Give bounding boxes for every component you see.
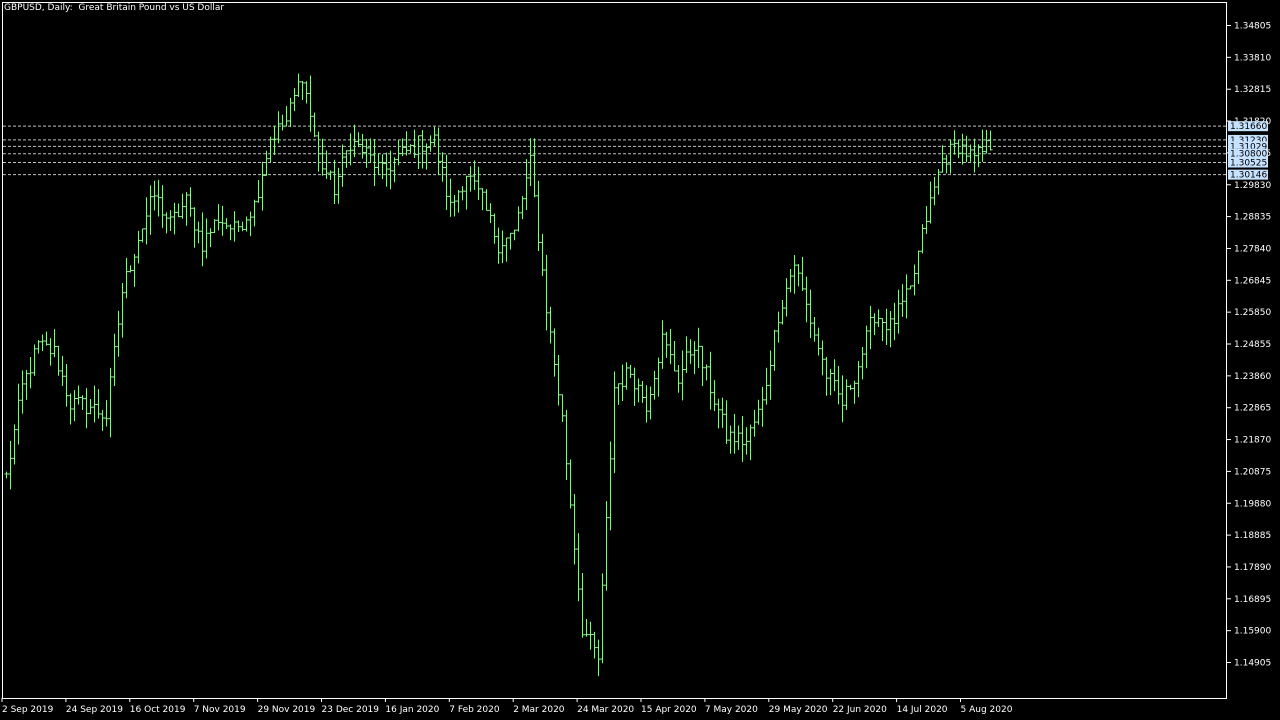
- price-tick-label: 1.25850: [1234, 308, 1271, 318]
- date-tick-label: 29 Nov 2019: [258, 705, 316, 715]
- date-tick-label: 15 Apr 2020: [641, 705, 697, 715]
- level-label: 1.30525: [1230, 159, 1267, 169]
- horizontal-levels: [3, 125, 1226, 176]
- date-tick-label: 16 Jan 2020: [385, 705, 439, 715]
- price-tick-label: 1.21870: [1234, 436, 1271, 446]
- price-tick-label: 1.22865: [1234, 404, 1271, 414]
- date-tick-label: 24 Mar 2020: [577, 705, 634, 715]
- price-tick-label: 1.29830: [1234, 181, 1271, 191]
- date-tick-label: 24 Sep 2019: [66, 705, 123, 715]
- price-tick-label: 1.18885: [1234, 531, 1271, 541]
- date-tick-label: 7 Nov 2019: [194, 705, 246, 715]
- date-tick-label: 2 Mar 2020: [513, 705, 565, 715]
- price-tick-label: 1.24855: [1234, 340, 1271, 350]
- date-tick-label: 23 Dec 2019: [322, 705, 380, 715]
- price-chart[interactable]: 1.348051.338101.328151.318201.308251.298…: [0, 0, 1280, 720]
- ohlc-bars: [4, 73, 993, 677]
- date-axis: 2 Sep 2019 24 Sep 2019 16 Oct 2019 7 Nov 20…: [1, 698, 1013, 715]
- level-labels: 1.316601.312301.310291.308001.305251.301…: [1228, 121, 1268, 181]
- price-tick-label: 1.14905: [1234, 659, 1271, 669]
- price-tick-label: 1.32815: [1234, 85, 1271, 95]
- price-tick-label: 1.26845: [1234, 276, 1271, 286]
- price-axis: 1.348051.338101.328151.318201.308251.298…: [1227, 22, 1271, 669]
- price-tick-label: 1.23860: [1234, 372, 1271, 382]
- price-tick-label: 1.17890: [1234, 563, 1271, 573]
- chart-title: GBPUSD, Daily: Great Britain Pound vs US…: [4, 3, 225, 13]
- date-tick-label: 22 Jun 2020: [833, 705, 887, 715]
- price-tick-label: 1.20875: [1234, 467, 1271, 477]
- date-tick-label: 5 Aug 2020: [961, 705, 1013, 715]
- price-tick-label: 1.34805: [1234, 22, 1271, 32]
- price-tick-label: 1.33810: [1234, 53, 1271, 63]
- price-tick-label: 1.28835: [1234, 213, 1271, 223]
- price-tick-label: 1.27840: [1234, 244, 1271, 254]
- date-tick-label: 7 May 2020: [705, 705, 758, 715]
- date-tick-label: 16 Oct 2019: [130, 705, 186, 715]
- date-tick-label: 29 May 2020: [769, 705, 828, 715]
- price-tick-label: 1.15900: [1234, 627, 1271, 637]
- price-tick-label: 1.19880: [1234, 499, 1271, 509]
- date-tick-label: 14 Jul 2020: [897, 705, 948, 715]
- level-label: 1.30146: [1230, 171, 1267, 181]
- level-label: 1.31660: [1230, 122, 1267, 132]
- date-tick-label: 7 Feb 2020: [449, 705, 500, 715]
- plot-frame: [2, 2, 1227, 699]
- date-tick-label: 2 Sep 2019: [2, 705, 54, 715]
- price-tick-label: 1.16895: [1234, 595, 1271, 605]
- chart-window[interactable]: 1.348051.338101.328151.318201.308251.298…: [0, 0, 1280, 720]
